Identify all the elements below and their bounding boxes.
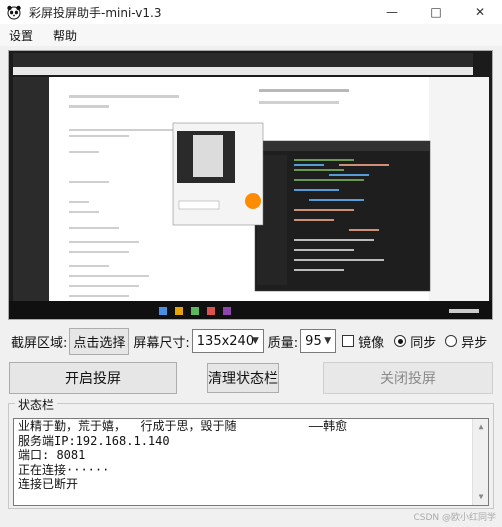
quality-label: 质量: [267, 335, 299, 351]
select-area-button[interactable]: 点击选择 [69, 327, 130, 355]
async-label: 异步 [461, 335, 488, 351]
radio-icon [445, 335, 458, 347]
status-scrollbar[interactable]: ▲ ▼ [472, 419, 488, 505]
screen-size-value: 135x240 [196, 333, 255, 349]
sync-radio[interactable]: 同步 [394, 332, 436, 351]
quality-stepper[interactable]: 95 ▼ [300, 329, 337, 353]
radio-selected-icon [394, 335, 407, 347]
status-group: 状态栏 业精于勤，荒于嬉， 行成于思，毁于随 ——韩愈 服务端IP:192.16… [8, 396, 494, 509]
mirror-label: 镜像 [358, 335, 385, 351]
menu-help[interactable]: 帮助 [50, 25, 80, 46]
scroll-up-icon[interactable]: ▲ [473, 419, 488, 435]
start-cast-button[interactable]: 开启投屏 [9, 362, 177, 394]
chevron-down-icon: ▼ [251, 336, 259, 346]
status-line: 服务端IP:192.168.1.140 [18, 433, 170, 448]
screen-size-select[interactable]: 135x240 ▼ [191, 329, 264, 353]
quality-value: 95 [305, 333, 322, 349]
panda-app-icon [5, 3, 23, 21]
menu-bar: 设置 帮助 [0, 24, 502, 46]
status-line: 正在连接······ [18, 462, 110, 477]
close-icon[interactable]: ✕ [458, 0, 502, 24]
capture-area-label: 截屏区域: [11, 335, 68, 351]
screen-size-label: 屏幕尺寸: [133, 335, 190, 351]
sync-label: 同步 [410, 335, 437, 351]
status-line: 连接已断开 [18, 477, 79, 491]
status-line: 端口: 8081 [18, 448, 86, 462]
mirror-checkbox[interactable]: 镜像 [342, 332, 384, 351]
scroll-down-icon[interactable]: ▼ [473, 489, 488, 505]
status-line: 业精于勤，荒于嬉， 行成于思，毁于随 ——韩愈 [18, 419, 348, 433]
status-log[interactable]: 业精于勤，荒于嬉， 行成于思，毁于随 ——韩愈 服务端IP:192.168.1.… [13, 418, 489, 506]
title-bar: 彩屏投屏助手-mini-v1.3 — □ ✕ [0, 0, 502, 24]
window-title: 彩屏投屏助手-mini-v1.3 [29, 5, 162, 20]
chevron-down-icon: ▼ [324, 336, 332, 346]
stop-cast-button[interactable]: 关闭投屏 [323, 362, 493, 394]
checkbox-icon [342, 335, 355, 347]
desktop-preview-image [9, 51, 492, 319]
controls-row: 截屏区域: 点击选择 屏幕尺寸: 135x240 ▼ 质量: 95 ▼ 镜像 同… [0, 327, 502, 355]
watermark: CSDN @欧小红同学 [413, 513, 496, 523]
menu-settings[interactable]: 设置 [6, 25, 36, 46]
screen-preview [8, 50, 493, 320]
async-radio[interactable]: 异步 [445, 332, 487, 351]
status-title: 状态栏 [15, 396, 58, 413]
clear-status-button[interactable]: 清理状态栏 [207, 363, 279, 393]
minimize-icon[interactable]: — [370, 0, 414, 24]
maximize-icon[interactable]: □ [414, 0, 458, 24]
